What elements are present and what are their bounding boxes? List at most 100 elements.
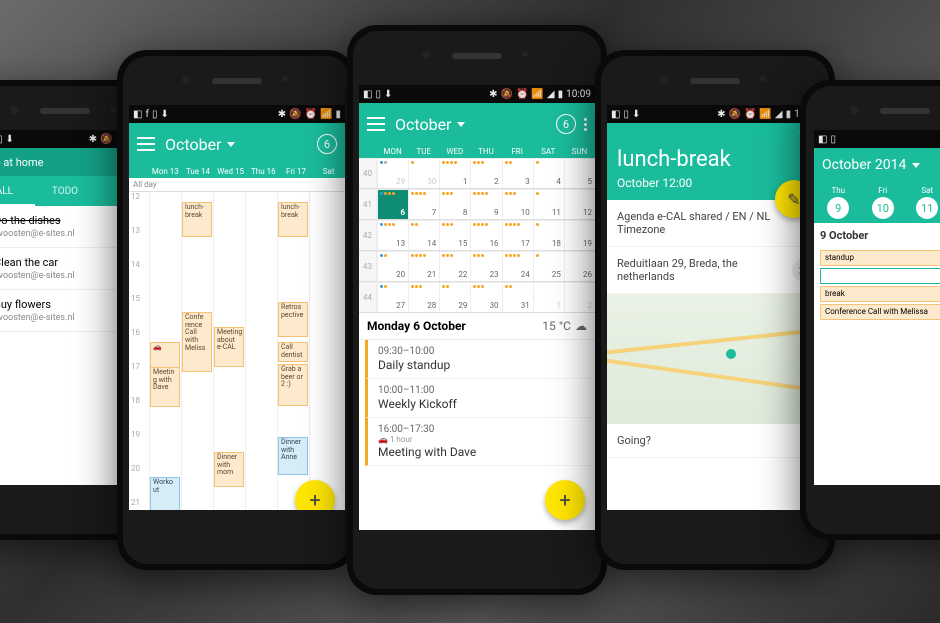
agenda-bar[interactable]: Conference Call with Melissa: [820, 304, 940, 320]
week-grid[interactable]: 12131415161718192021lunch-breaklunch-bre…: [129, 192, 345, 510]
hour-label: 13: [131, 226, 140, 235]
status-bar: ◧▯⬇✱🔕⏰📶◢▮10:09: [359, 85, 595, 103]
today-badge[interactable]: 6: [317, 134, 337, 154]
event-title: lunch-break: [617, 147, 813, 172]
month-dow-header: MONTUEWEDTHUFRISATSUN: [359, 145, 595, 158]
day-cell[interactable]: 29: [377, 158, 408, 188]
day-cell[interactable]: 10: [502, 189, 533, 219]
day-cell[interactable]: 5: [564, 158, 595, 188]
day-cell[interactable]: 1: [439, 158, 470, 188]
menu-icon[interactable]: [367, 117, 385, 131]
tab-all[interactable]: ALL: [0, 176, 35, 206]
weekstrip-day[interactable]: Fri10: [861, 186, 906, 219]
calendar-event[interactable]: lunch-break: [278, 202, 308, 237]
weekstrip-day[interactable]: Sat11: [905, 186, 940, 219]
toolbar: October 6: [129, 123, 345, 165]
day-cell[interactable]: 18: [533, 220, 564, 250]
day-cell[interactable]: 4: [533, 158, 564, 188]
tab-todo[interactable]: TODO: [35, 176, 96, 206]
calendar-event[interactable]: Grab a beer or 2 :): [278, 364, 308, 406]
month-selector[interactable]: October: [395, 115, 465, 134]
agenda-bar[interactable]: standup: [820, 250, 940, 266]
day-cell[interactable]: 28: [408, 282, 439, 312]
week-number: 43: [359, 251, 377, 281]
calendar-event[interactable]: Retros pective: [278, 302, 308, 337]
week-number: 40: [359, 158, 377, 188]
agenda-item[interactable]: 09:30–10:00Daily standup: [365, 340, 595, 379]
chevron-down-icon: [912, 163, 920, 168]
day-cell[interactable]: 7: [408, 189, 439, 219]
agenda-bar[interactable]: break: [820, 286, 940, 302]
day-cell[interactable]: 2: [470, 158, 501, 188]
map-pin-icon: [726, 349, 736, 359]
day-cell[interactable]: 3: [502, 158, 533, 188]
agenda-time: 10:00–11:00: [378, 385, 585, 396]
location-row[interactable]: Reduitlaan 29, Breda, the netherlands➤: [607, 247, 823, 294]
rsvp-row[interactable]: Going?: [607, 424, 823, 458]
day-cell[interactable]: 9: [470, 189, 501, 219]
day-cell[interactable]: 17: [502, 220, 533, 250]
phone-detail: ◧▯⬇✱🔕⏰📶◢▮10:22 🗑 lunch-break October 12:…: [595, 50, 835, 570]
map-preview[interactable]: [607, 294, 823, 424]
calendar-event[interactable]: Call dentist: [278, 342, 308, 362]
day-cell[interactable]: 11: [533, 189, 564, 219]
phone-week: ◧f▯⬇✱🔕⏰📶▮ October 6 Mon 13Tue 14Wed 15Th…: [117, 50, 357, 570]
toolbar: October 6: [359, 103, 595, 145]
agenda-meta: 🚗 1 hour: [378, 435, 585, 444]
overflow-icon[interactable]: [584, 118, 587, 131]
status-bar: ◧f▯⬇✱🔕⏰📶▮: [129, 105, 345, 123]
calendar-event[interactable]: Dinner with Anne: [278, 437, 308, 475]
day-cell[interactable]: 13: [377, 220, 408, 250]
day-cell[interactable]: 22: [439, 251, 470, 281]
menu-icon[interactable]: [137, 137, 155, 151]
calendar-event[interactable]: Meetin g with Dave: [150, 367, 180, 407]
agenda-title: Meeting with Dave: [378, 445, 585, 459]
today-badge[interactable]: 6: [556, 114, 576, 134]
calendar-event[interactable]: Confe rence Call with Meliss: [182, 312, 212, 372]
day-cell[interactable]: 21: [408, 251, 439, 281]
day-cell[interactable]: 31: [502, 282, 533, 312]
day-cell[interactable]: 20: [377, 251, 408, 281]
day-cell[interactable]: 6: [377, 189, 408, 219]
day-cell[interactable]: 27: [377, 282, 408, 312]
agenda-item[interactable]: 16:00–17:30🚗 1 hourMeeting with Dave: [365, 418, 595, 466]
day-cell[interactable]: 14: [408, 220, 439, 250]
day-cell[interactable]: 19: [564, 220, 595, 250]
day-cell[interactable]: 26: [564, 251, 595, 281]
hour-label: 18: [131, 396, 140, 405]
day-cell[interactable]: 24: [502, 251, 533, 281]
month-selector[interactable]: October: [165, 135, 235, 154]
day-cell[interactable]: 29: [439, 282, 470, 312]
toolbar: October 2014 6: [814, 148, 940, 182]
day-cell[interactable]: 1: [533, 282, 564, 312]
week-strip[interactable]: Thu9Fri10Sat11Sun12: [814, 182, 940, 223]
day-cell[interactable]: 25: [533, 251, 564, 281]
day-cell[interactable]: 30: [408, 158, 439, 188]
calendar-event[interactable]: lunch-break: [182, 202, 212, 237]
hour-label: 16: [131, 328, 140, 337]
day-cell[interactable]: 16: [470, 220, 501, 250]
chevron-down-icon: [457, 122, 465, 127]
calendar-event[interactable]: Meeting about e-CAL: [214, 327, 244, 367]
month-selector[interactable]: October 2014: [822, 157, 920, 173]
day-cell[interactable]: 30: [470, 282, 501, 312]
agenda-bar[interactable]: [820, 268, 940, 284]
day-cell[interactable]: 8: [439, 189, 470, 219]
agenda-item[interactable]: 10:00–11:00Weekly Kickoff: [365, 379, 595, 418]
week-number: 42: [359, 220, 377, 250]
week-number: 44: [359, 282, 377, 312]
day-cell[interactable]: 23: [470, 251, 501, 281]
day-cell[interactable]: 2: [564, 282, 595, 312]
todo-title: Clean the car: [0, 256, 58, 269]
add-event-fab[interactable]: +: [545, 480, 585, 520]
week-day-header: Mon 13Tue 14Wed 15Thu 16Fri 17Sat: [129, 165, 345, 178]
day-cell[interactable]: 15: [439, 220, 470, 250]
calendar-event[interactable]: Worko ut: [150, 477, 180, 510]
calendar-event[interactable]: Dinner with mom: [214, 452, 244, 487]
todo-title: Buy flowers: [0, 298, 51, 311]
weekstrip-day[interactable]: Thu9: [816, 186, 861, 219]
month-grid[interactable]: 4029301234541678910111242131415161718194…: [359, 158, 595, 313]
day-cell[interactable]: 12: [564, 189, 595, 219]
weather: 15 °C☁: [542, 319, 587, 333]
todo-title: Do the dishes: [0, 214, 61, 227]
